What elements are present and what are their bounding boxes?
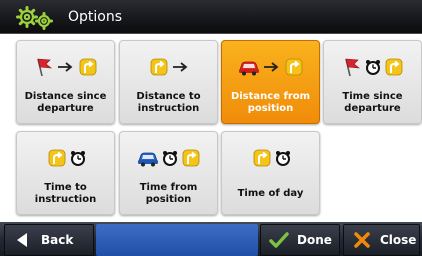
title-bar: Options	[0, 0, 422, 34]
bottom-bar: Back Done Close	[0, 222, 422, 256]
gears-icon	[16, 6, 53, 30]
flag-icon	[344, 58, 360, 77]
option-label: Time from position	[139, 182, 198, 205]
turn-sign-icon	[385, 58, 402, 76]
option-label: Time to instruction	[34, 182, 97, 205]
option-distance-since-departure[interactable]: Distance since departure	[16, 40, 115, 124]
turn-sign-icon	[253, 149, 270, 167]
clock-icon	[162, 151, 177, 166]
back-button-label: Back	[41, 233, 74, 247]
page-title: Options	[68, 9, 123, 25]
option-time-of-day[interactable]: Time of day	[221, 131, 320, 215]
close-button[interactable]: Close	[343, 224, 420, 256]
turn-sign-icon	[48, 149, 65, 167]
close-icon	[354, 232, 370, 248]
checkmark-icon	[269, 232, 289, 248]
option-distance-from-position[interactable]: Distance from position	[221, 40, 320, 124]
done-button[interactable]: Done	[260, 224, 340, 256]
bottom-bar-spacer	[96, 224, 258, 256]
option-label: Distance to instruction	[136, 91, 201, 114]
option-time-since-departure[interactable]: Time since departure	[323, 40, 422, 124]
option-label: Distance from position	[230, 91, 311, 114]
option-time-to-instruction[interactable]: Time to instruction	[16, 131, 115, 215]
arrow-right-icon	[172, 62, 187, 72]
turn-sign-icon	[182, 149, 199, 167]
turn-sign-icon	[150, 58, 167, 76]
flag-icon	[36, 58, 52, 77]
turn-sign-icon	[79, 58, 96, 76]
option-distance-to-instruction[interactable]: Distance to instruction	[119, 40, 218, 124]
car-icon	[137, 152, 158, 167]
clock-icon	[275, 151, 290, 166]
arrow-right-icon	[263, 62, 278, 72]
option-time-from-position[interactable]: Time from position	[119, 131, 218, 215]
options-grid: Distance since departure Distance to ins…	[0, 34, 422, 222]
close-button-label: Close	[380, 233, 417, 247]
option-label: Time of day	[237, 188, 304, 199]
arrow-right-icon	[57, 62, 72, 72]
option-label: Distance since departure	[24, 91, 107, 114]
clock-icon	[365, 60, 380, 75]
option-label: Time since departure	[342, 91, 403, 114]
back-button[interactable]: Back	[4, 224, 94, 256]
clock-icon	[70, 151, 85, 166]
turn-sign-icon	[285, 58, 302, 76]
back-arrow-icon	[17, 233, 27, 247]
done-button-label: Done	[297, 233, 332, 247]
car-icon	[238, 61, 259, 76]
